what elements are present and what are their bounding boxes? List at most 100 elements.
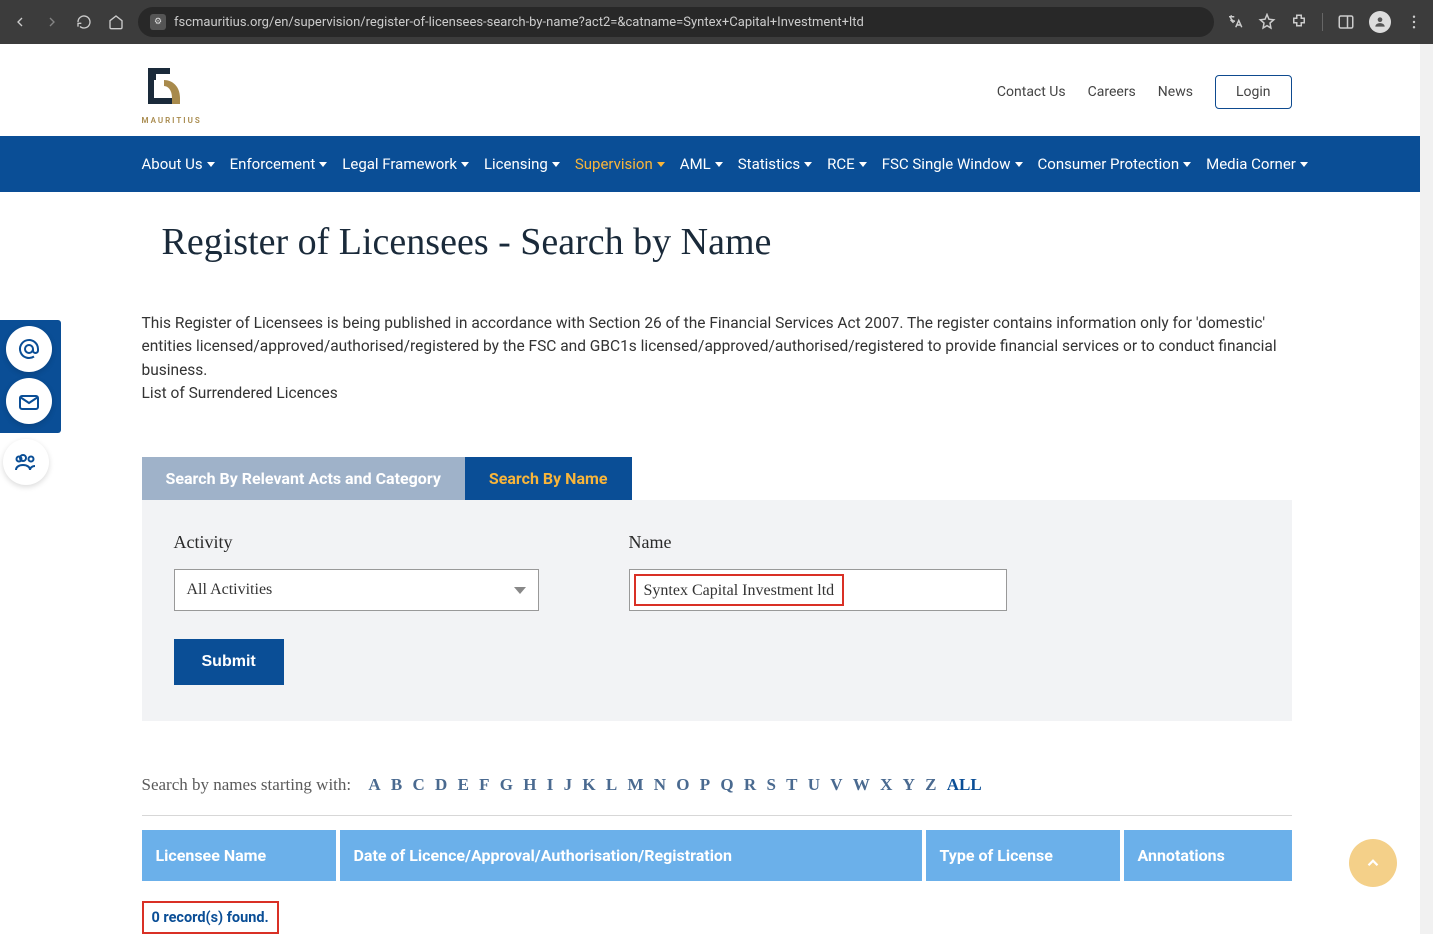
tab-search-by-name[interactable]: Search By Name (465, 457, 632, 500)
scroll-to-top-button[interactable] (1349, 839, 1397, 887)
menu-icon[interactable] (1405, 13, 1423, 31)
email-icon[interactable] (6, 326, 52, 372)
extensions-icon[interactable] (1290, 13, 1308, 31)
nav-consumer-protection[interactable]: Consumer Protection (1038, 155, 1192, 173)
alpha-letter-i[interactable]: I (547, 775, 554, 794)
forward-button[interactable] (42, 12, 62, 32)
name-label: Name (629, 532, 1007, 553)
contact-us-link[interactable]: Contact Us (997, 84, 1066, 100)
alpha-letter-f[interactable]: F (479, 775, 489, 794)
alpha-letter-x[interactable]: X (880, 775, 892, 794)
tab-search-by-category[interactable]: Search By Relevant Acts and Category (142, 457, 465, 500)
alpha-letter-q[interactable]: Q (720, 775, 733, 794)
name-input[interactable]: Syntex Capital Investment ltd (634, 574, 845, 606)
site-logo[interactable]: MAURITIUS (142, 62, 192, 122)
surrendered-licences-link[interactable]: List of Surrendered Licences (142, 384, 338, 402)
search-tabs: Search By Relevant Acts and Category Sea… (142, 457, 1292, 500)
profile-icon[interactable] (1369, 11, 1391, 33)
alpha-letter-z[interactable]: Z (925, 775, 936, 794)
alpha-letter-d[interactable]: D (435, 775, 447, 794)
alpha-letter-a[interactable]: A (368, 775, 380, 794)
alpha-letter-m[interactable]: M (627, 775, 643, 794)
alpha-label: Search by names starting with: (142, 775, 352, 794)
sidepanel-icon[interactable] (1337, 13, 1355, 31)
alpha-all[interactable]: ALL (947, 775, 982, 794)
chevron-down-icon (514, 587, 526, 594)
url-bar[interactable]: ⚙ fscmauritius.org/en/supervision/regist… (138, 7, 1214, 37)
search-form-panel: Activity All Activities Name Syntex Capi… (142, 500, 1292, 721)
alpha-letter-v[interactable]: V (830, 775, 842, 794)
caret-icon (804, 162, 812, 167)
alpha-letter-r[interactable]: R (744, 775, 756, 794)
news-link[interactable]: News (1158, 84, 1193, 100)
activity-select[interactable]: All Activities (174, 569, 539, 611)
th-date: Date of Licence/Approval/Authorisation/R… (340, 830, 922, 881)
records-found-wrapper: 0 record(s) found. (142, 901, 1292, 934)
alpha-letter-l[interactable]: L (606, 775, 617, 794)
th-type: Type of License (926, 830, 1120, 881)
site-settings-icon[interactable]: ⚙ (150, 14, 166, 30)
mail-icon[interactable] (6, 378, 52, 424)
activity-label: Activity (174, 532, 539, 553)
caret-icon (657, 162, 665, 167)
nav-rce[interactable]: RCE (827, 155, 867, 173)
alpha-letter-s[interactable]: S (766, 775, 775, 794)
alpha-letter-w[interactable]: W (853, 775, 870, 794)
nav-statistics[interactable]: Statistics (738, 155, 812, 173)
nav-single-window[interactable]: FSC Single Window (882, 155, 1023, 173)
floating-icons (0, 320, 61, 491)
scrollbar[interactable] (1420, 44, 1433, 934)
caret-icon (319, 162, 327, 167)
caret-icon (552, 162, 560, 167)
divider (142, 815, 1292, 816)
alpha-letter-g[interactable]: G (500, 775, 513, 794)
caret-icon (1183, 162, 1191, 167)
caret-icon (207, 162, 215, 167)
reload-button[interactable] (74, 12, 94, 32)
nav-about-us[interactable]: About Us (142, 155, 215, 173)
activity-select-value: All Activities (187, 581, 273, 599)
top-links: Contact Us Careers News Login (997, 75, 1292, 109)
caret-icon (461, 162, 469, 167)
alpha-letter-b[interactable]: B (391, 775, 402, 794)
alpha-letter-y[interactable]: Y (903, 775, 915, 794)
back-button[interactable] (10, 12, 30, 32)
nav-supervision[interactable]: Supervision (575, 155, 665, 173)
alpha-letter-p[interactable]: P (700, 775, 710, 794)
nav-aml[interactable]: AML (680, 155, 723, 173)
alpha-letter-k[interactable]: K (582, 775, 595, 794)
submit-button[interactable]: Submit (174, 639, 284, 685)
alpha-letter-n[interactable]: N (654, 775, 666, 794)
alpha-letter-o[interactable]: O (676, 775, 689, 794)
caret-icon (715, 162, 723, 167)
page-title: Register of Licensees - Search by Name (142, 192, 1292, 264)
nav-enforcement[interactable]: Enforcement (230, 155, 328, 173)
caret-icon (859, 162, 867, 167)
intro-text: This Register of Licensees is being publ… (142, 264, 1292, 421)
translate-icon[interactable] (1226, 13, 1244, 31)
browser-chrome: ⚙ fscmauritius.org/en/supervision/regist… (0, 0, 1433, 44)
records-found: 0 record(s) found. (142, 901, 279, 934)
alpha-letter-j[interactable]: J (564, 775, 573, 794)
alpha-letter-t[interactable]: T (786, 775, 797, 794)
results-table-header: Licensee Name Date of Licence/Approval/A… (142, 830, 1292, 881)
main-nav: About Us Enforcement Legal Framework Lic… (0, 136, 1433, 192)
nav-media-corner[interactable]: Media Corner (1206, 155, 1308, 173)
nav-licensing[interactable]: Licensing (484, 155, 560, 173)
people-icon[interactable] (3, 439, 49, 485)
login-button[interactable]: Login (1215, 75, 1292, 109)
home-button[interactable] (106, 12, 126, 32)
alpha-letter-h[interactable]: H (523, 775, 536, 794)
alpha-letter-c[interactable]: C (413, 775, 425, 794)
caret-icon (1300, 162, 1308, 167)
th-licensee-name: Licensee Name (142, 830, 336, 881)
alphabet-filter: Search by names starting with: A B C D E… (142, 721, 1292, 815)
th-annotations: Annotations (1124, 830, 1292, 881)
alpha-letter-e[interactable]: E (458, 775, 469, 794)
nav-legal-framework[interactable]: Legal Framework (342, 155, 469, 173)
site-header: MAURITIUS Contact Us Careers News Login (142, 44, 1292, 136)
caret-icon (1015, 162, 1023, 167)
careers-link[interactable]: Careers (1088, 84, 1136, 100)
alpha-letter-u[interactable]: U (808, 775, 820, 794)
bookmark-icon[interactable] (1258, 13, 1276, 31)
